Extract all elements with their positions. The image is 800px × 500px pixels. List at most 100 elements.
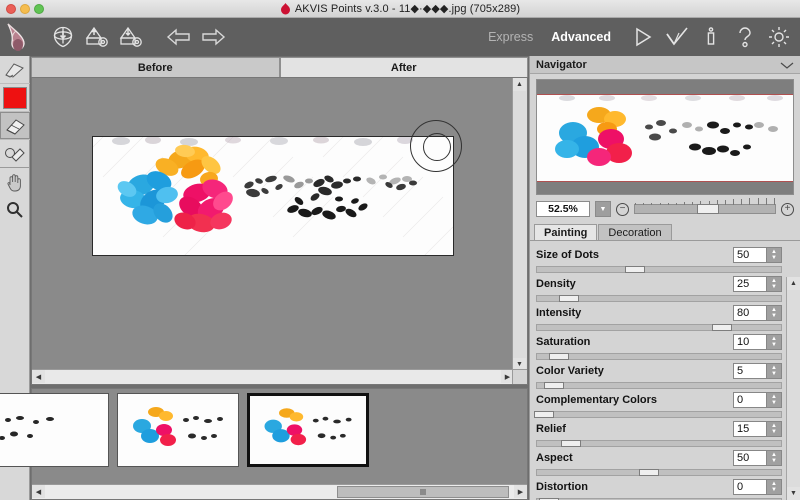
parameter-slider[interactable]	[536, 353, 782, 360]
canvas-vertical-scrollbar[interactable]: ▲ ▼	[512, 78, 527, 371]
parameter-header: Aspect50▲▼	[536, 449, 782, 467]
zoom-level-input[interactable]: 52.5%	[536, 201, 590, 217]
parameter-value-input[interactable]: 5	[733, 363, 767, 379]
window-controls[interactable]	[6, 4, 44, 14]
canvas-resize-corner[interactable]	[512, 369, 527, 384]
parameter-value-input[interactable]: 0	[733, 392, 767, 408]
parameter-value-input[interactable]: 50	[733, 450, 767, 466]
parameter-stepper[interactable]: ▲▼	[767, 334, 782, 350]
parameter-slider[interactable]	[536, 266, 782, 273]
tab-before-label: Before	[138, 62, 173, 74]
settings-button[interactable]	[762, 20, 796, 54]
parameters-scrollbar[interactable]: ▲ ▼	[786, 277, 800, 500]
parameters-scroll-down-arrow[interactable]: ▼	[787, 487, 800, 500]
foreground-color-swatch[interactable]	[3, 87, 27, 109]
zoom-in-button[interactable]: +	[781, 203, 794, 216]
zoom-out-button[interactable]: −	[616, 203, 629, 216]
tab-painting[interactable]: Painting	[534, 224, 597, 240]
parameter-label: Complementary Colors	[536, 394, 733, 406]
navigator-preview[interactable]	[536, 79, 794, 195]
save-preset-icon[interactable]	[114, 20, 148, 54]
zoom-tool[interactable]	[0, 196, 30, 224]
minimize-window-button[interactable]	[20, 4, 30, 14]
parameter-value-input[interactable]: 25	[733, 276, 767, 292]
zoom-slider-thumb[interactable]	[697, 204, 719, 214]
parameter-slider[interactable]	[536, 469, 782, 476]
brush-cursor	[410, 120, 462, 172]
parameter-label: Size of Dots	[536, 249, 733, 261]
apply-button[interactable]	[660, 20, 694, 54]
scroll-left-arrow[interactable]: ◀	[32, 370, 45, 383]
image-canvas-area[interactable]: ▲ ▼ ◀ ▶	[31, 77, 528, 385]
parameter-value-input[interactable]: 50	[733, 247, 767, 263]
parameter-slider-thumb[interactable]	[639, 469, 659, 476]
parameter-row: Complementary Colors0▲▼	[536, 391, 782, 418]
variants-scroll-right-arrow[interactable]: ▶	[514, 485, 527, 498]
parameters-scroll-up-arrow[interactable]: ▲	[787, 277, 800, 290]
parameter-slider[interactable]	[536, 382, 782, 389]
help-button[interactable]	[728, 20, 762, 54]
hand-tool[interactable]	[0, 168, 30, 196]
eraser-tool[interactable]	[0, 112, 30, 140]
navigator-title: Navigator	[536, 59, 780, 71]
tab-before[interactable]: Before	[31, 57, 280, 77]
parameter-slider[interactable]	[536, 440, 782, 447]
run-button[interactable]	[626, 20, 660, 54]
color-swatch[interactable]	[0, 84, 30, 112]
tab-after[interactable]: After	[280, 57, 529, 77]
parameter-slider-thumb[interactable]	[534, 411, 554, 418]
variant-thumbnail-2[interactable]	[117, 393, 239, 467]
scroll-up-arrow[interactable]: ▲	[513, 78, 526, 91]
parameter-stepper[interactable]: ▲▼	[767, 305, 782, 321]
window-title: AKVIS Points v.3.0 - 11◆·◆◆◆.jpg (705x28…	[0, 2, 800, 15]
info-button[interactable]	[694, 20, 728, 54]
variant-thumbnail-1[interactable]	[0, 393, 109, 467]
parameter-value-input[interactable]: 80	[733, 305, 767, 321]
parameter-slider-thumb[interactable]	[544, 382, 564, 389]
parameter-stepper[interactable]: ▲▼	[767, 450, 782, 466]
parameter-slider-thumb[interactable]	[625, 266, 645, 273]
zoom-slider[interactable]	[634, 204, 776, 214]
mode-advanced[interactable]: Advanced	[542, 30, 620, 44]
brush-tool[interactable]	[0, 56, 30, 84]
load-preset-icon[interactable]	[80, 20, 114, 54]
parameter-stepper[interactable]: ▲▼	[767, 479, 782, 495]
parameter-value-input[interactable]: 10	[733, 334, 767, 350]
mode-express[interactable]: Express	[479, 30, 542, 44]
parameter-slider[interactable]	[536, 295, 782, 302]
close-window-button[interactable]	[6, 4, 16, 14]
variants-horizontal-scrollbar[interactable]: ◀ ▶	[32, 484, 527, 499]
window-title-text: AKVIS Points v.3.0 - 11◆·◆◆◆.jpg (705x28…	[295, 2, 520, 15]
canvas-horizontal-scrollbar[interactable]: ◀ ▶	[32, 369, 514, 384]
zoom-dropdown-button[interactable]: ▼	[595, 201, 611, 217]
variants-scroll-left-arrow[interactable]: ◀	[32, 485, 45, 498]
parameter-slider-thumb[interactable]	[561, 440, 581, 447]
parameter-row: Size of Dots50▲▼	[536, 246, 782, 273]
parameter-slider-thumb[interactable]	[559, 295, 579, 302]
parameter-slider-thumb[interactable]	[549, 353, 569, 360]
variants-scrollbar-thumb[interactable]	[337, 486, 509, 498]
variant-thumbnail-3[interactable]	[247, 393, 369, 467]
parameter-slider-thumb[interactable]	[712, 324, 732, 331]
zoom-window-button[interactable]	[34, 4, 44, 14]
history-brush-tool[interactable]	[0, 140, 30, 168]
parameter-stepper[interactable]: ▲▼	[767, 276, 782, 292]
parameter-header: Intensity80▲▼	[536, 304, 782, 322]
akvis-flame-icon	[280, 3, 291, 15]
redo-arrow-icon[interactable]	[196, 20, 230, 54]
parameter-stepper[interactable]: ▲▼	[767, 392, 782, 408]
globe-download-icon[interactable]	[46, 20, 80, 54]
parameter-value-input[interactable]: 15	[733, 421, 767, 437]
parameter-slider[interactable]	[536, 411, 782, 418]
parameter-row: Distortion0▲▼	[536, 478, 782, 500]
parameter-stepper[interactable]: ▲▼	[767, 363, 782, 379]
tab-decoration[interactable]: Decoration	[598, 224, 671, 240]
parameter-stepper[interactable]: ▲▼	[767, 421, 782, 437]
undo-arrow-icon[interactable]	[162, 20, 196, 54]
parameter-row: Density25▲▼	[536, 275, 782, 302]
parameter-stepper[interactable]: ▲▼	[767, 247, 782, 263]
parameter-value-input[interactable]: 0	[733, 479, 767, 495]
chevron-down-icon[interactable]	[780, 56, 794, 74]
canvas-viewport[interactable]	[32, 78, 514, 371]
parameter-slider[interactable]	[536, 324, 782, 331]
